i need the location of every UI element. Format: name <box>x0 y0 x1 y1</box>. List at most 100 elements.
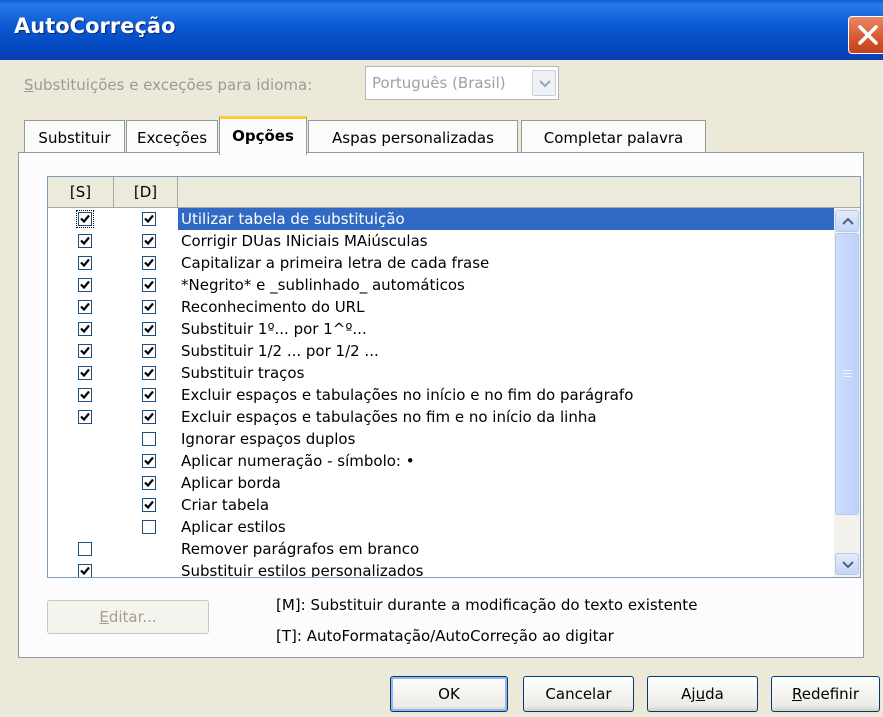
tab-aspas-personalizadas[interactable]: Aspas personalizadas <box>308 120 518 153</box>
list-item[interactable]: Excluir espaços e tabulações no fim e no… <box>48 406 834 428</box>
list-item[interactable]: Substituir estilos personalizados <box>48 560 834 577</box>
reset-button[interactable]: Redefinir <box>771 676 880 712</box>
list-item-label: Aplicar estilos <box>181 518 286 536</box>
checkbox-d[interactable] <box>142 498 156 512</box>
list-item[interactable]: *Negrito* e _sublinhado_ automáticos <box>48 274 834 296</box>
checkmark-icon <box>80 258 90 268</box>
list-item-label: Aplicar borda <box>181 474 281 492</box>
window-title: AutoCorreção <box>14 14 176 38</box>
checkmark-icon <box>144 368 154 378</box>
checkbox-d[interactable] <box>142 234 156 248</box>
column-header-s[interactable]: [S] <box>48 177 114 207</box>
checkbox-s[interactable] <box>78 256 92 270</box>
chevron-down-icon <box>842 561 854 569</box>
tab-excecoes[interactable]: Exceções <box>126 120 218 153</box>
list-item-label: Substituir 1º... por 1^º... <box>181 320 367 338</box>
checkbox-d[interactable] <box>142 520 156 534</box>
checkmark-icon <box>80 412 90 422</box>
checkmark-icon <box>144 478 154 488</box>
checkmark-icon <box>144 456 154 466</box>
tab-substituir[interactable]: Substituir <box>24 120 125 153</box>
checkmark-icon <box>80 302 90 312</box>
checkbox-d[interactable] <box>142 476 156 490</box>
checkbox-d[interactable] <box>142 410 156 424</box>
checkbox-s[interactable] <box>78 278 92 292</box>
checkbox-s[interactable] <box>78 388 92 402</box>
checkmark-icon <box>80 214 90 224</box>
options-list[interactable]: [S] [D] Utilizar tabela de substituição C… <box>47 176 861 578</box>
tab-opcoes[interactable]: Opções <box>219 116 307 155</box>
close-button[interactable] <box>848 16 883 54</box>
checkmark-icon <box>144 390 154 400</box>
scroll-thumb[interactable] <box>835 233 859 515</box>
help-button[interactable]: Ajuda <box>647 676 758 712</box>
list-item[interactable]: Aplicar numeração - símbolo: • <box>48 450 834 472</box>
checkbox-d[interactable] <box>142 278 156 292</box>
checkbox-s[interactable] <box>78 300 92 314</box>
list-header: [S] [D] <box>48 177 860 208</box>
language-select[interactable]: Português (Brasil) <box>365 66 559 100</box>
close-icon <box>858 25 878 45</box>
ok-button[interactable]: OK <box>390 676 508 712</box>
checkmark-icon <box>80 566 90 576</box>
checkbox-s[interactable] <box>78 322 92 336</box>
legend-m: [M]: Substituir durante a modificação do… <box>276 596 698 614</box>
scroll-up-button[interactable] <box>835 210 859 232</box>
checkbox-d[interactable] <box>142 432 156 446</box>
list-item[interactable]: Substituir traços <box>48 362 834 384</box>
checkmark-icon <box>80 390 90 400</box>
checkbox-s[interactable] <box>78 366 92 380</box>
edit-button[interactable]: Editar... <box>47 600 209 634</box>
checkbox-d[interactable] <box>142 322 156 336</box>
checkbox-d[interactable] <box>142 256 156 270</box>
list-rows: Utilizar tabela de substituição Corrigir … <box>48 208 834 577</box>
vertical-scrollbar[interactable] <box>834 208 860 577</box>
list-item[interactable]: Ignorar espaços duplos <box>48 428 834 450</box>
list-item[interactable]: Reconhecimento do URL <box>48 296 834 318</box>
checkbox-d[interactable] <box>142 300 156 314</box>
checkmark-icon <box>144 302 154 312</box>
checkmark-icon <box>80 368 90 378</box>
checkbox-s[interactable] <box>78 234 92 248</box>
list-item-label: Reconhecimento do URL <box>181 298 365 316</box>
language-dropdown-button[interactable] <box>532 70 556 96</box>
checkbox-d[interactable] <box>142 344 156 358</box>
list-item[interactable]: Remover parágrafos em branco <box>48 538 834 560</box>
list-item-label: Ignorar espaços duplos <box>181 430 356 448</box>
checkbox-s[interactable] <box>78 542 92 556</box>
checkbox-d[interactable] <box>142 366 156 380</box>
checkmark-icon <box>144 236 154 246</box>
checkbox-s[interactable] <box>78 410 92 424</box>
chevron-up-icon <box>842 217 854 225</box>
column-header-d[interactable]: [D] <box>114 177 178 207</box>
checkmark-icon <box>80 236 90 246</box>
list-item[interactable]: Utilizar tabela de substituição <box>48 208 834 230</box>
checkbox-d[interactable] <box>142 454 156 468</box>
list-item-label: Capitalizar a primeira letra de cada fra… <box>181 254 490 272</box>
list-item[interactable]: Substituir 1º... por 1^º... <box>48 318 834 340</box>
title-bar: AutoCorreção <box>0 0 883 60</box>
checkmark-icon <box>144 500 154 510</box>
checkmark-icon <box>80 346 90 356</box>
legend-t: [T]: AutoFormatação/AutoCorreção ao digi… <box>276 627 614 645</box>
checkbox-s[interactable] <box>78 344 92 358</box>
list-item[interactable]: Aplicar borda <box>48 472 834 494</box>
checkbox-d[interactable] <box>142 212 156 226</box>
list-item[interactable]: Corrigir DUas INiciais MAiúsculas <box>48 230 834 252</box>
checkmark-icon <box>144 346 154 356</box>
checkbox-s[interactable] <box>78 564 92 577</box>
list-item[interactable]: Criar tabela <box>48 494 834 516</box>
scroll-down-button[interactable] <box>835 553 859 575</box>
checkmark-icon <box>80 324 90 334</box>
list-item[interactable]: Aplicar estilos <box>48 516 834 538</box>
tab-completar-palavra[interactable]: Completar palavra <box>521 120 706 153</box>
grip-icon <box>843 370 852 378</box>
list-item-label: Utilizar tabela de substituição <box>178 208 834 230</box>
list-item[interactable]: Capitalizar a primeira letra de cada fra… <box>48 252 834 274</box>
checkbox-s[interactable] <box>76 210 94 228</box>
checkmark-icon <box>144 280 154 290</box>
checkbox-d[interactable] <box>142 388 156 402</box>
cancel-button[interactable]: Cancelar <box>523 676 634 712</box>
list-item[interactable]: Substituir 1/2 ... por 1/2 ... <box>48 340 834 362</box>
list-item[interactable]: Excluir espaços e tabulações no início e… <box>48 384 834 406</box>
